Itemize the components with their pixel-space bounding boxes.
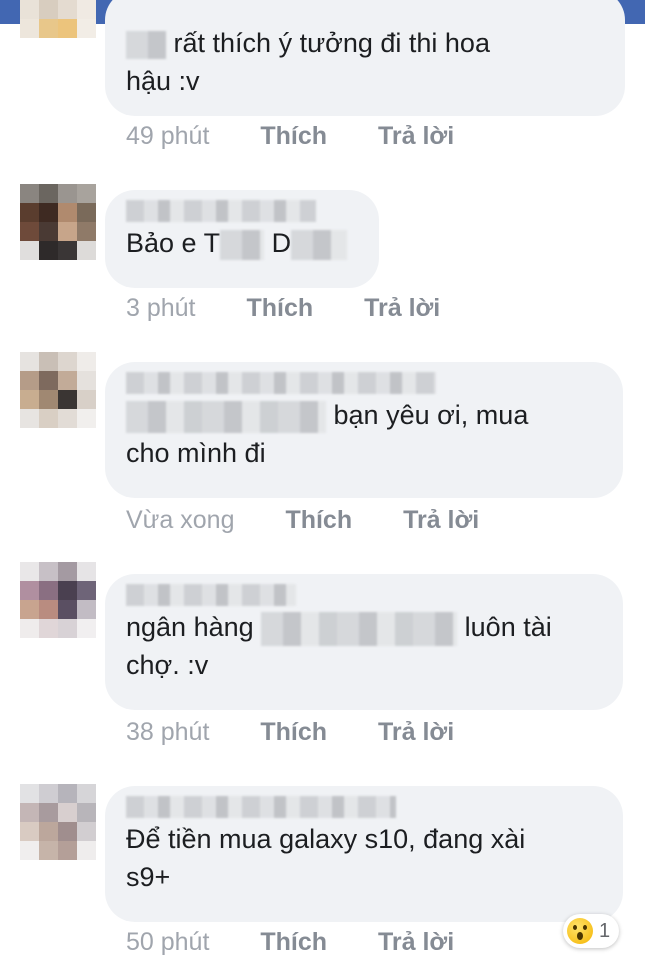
redacted-text xyxy=(261,611,458,646)
comment-bubble: bạn yêu ơi, mua cho mình đi xyxy=(105,362,623,498)
reply-button[interactable]: Trả lời xyxy=(403,506,479,534)
comment-bubble: Để tiền mua galaxy s10, đang xài s9+ xyxy=(105,786,623,922)
like-button[interactable]: Thích xyxy=(285,506,352,534)
redacted-text xyxy=(220,229,265,260)
comment-line2: chợ. :v xyxy=(126,650,209,680)
redacted-text xyxy=(126,400,326,433)
reaction-summary[interactable]: 1 xyxy=(563,914,619,948)
comment-line2: hậu :v xyxy=(126,66,200,96)
comment-text: Bảo e T D xyxy=(126,224,359,262)
comment-line1: rất thích ý tưởng đi thi hoa xyxy=(173,28,490,58)
wow-reaction-icon xyxy=(567,918,593,944)
comment-bubble: Bảo e T D xyxy=(105,190,379,288)
comment-line1: Để tiền mua galaxy s10, đang xài xyxy=(126,824,526,854)
like-button[interactable]: Thích xyxy=(260,122,327,150)
comment-line1-start: ngân hàng xyxy=(126,612,254,642)
author-name-redacted[interactable] xyxy=(126,796,396,818)
reaction-count: 1 xyxy=(599,919,611,942)
reply-button[interactable]: Trả lời xyxy=(364,294,440,322)
comment-bubble: rất thích ý tưởng đi thi hoa hậu :v xyxy=(105,0,625,116)
like-button[interactable]: Thích xyxy=(260,928,327,956)
comment-time[interactable]: 3 phút xyxy=(126,294,196,322)
comment-actions: 3 phút Thích Trả lời xyxy=(126,294,440,323)
comment-time[interactable]: 49 phút xyxy=(126,122,209,150)
avatar[interactable] xyxy=(20,784,96,860)
comment-actions: Vừa xong Thích Trả lời xyxy=(126,506,479,535)
redacted-text xyxy=(126,30,166,59)
comment-text: Để tiền mua galaxy s10, đang xài s9+ xyxy=(126,820,603,896)
like-button[interactable]: Thích xyxy=(246,294,313,322)
redacted-text xyxy=(291,229,348,260)
reply-button[interactable]: Trả lời xyxy=(378,718,454,746)
avatar[interactable] xyxy=(20,184,96,260)
author-name-redacted[interactable] xyxy=(126,584,296,606)
comment-line2: s9+ xyxy=(126,862,171,892)
comment-text: bạn yêu ơi, mua cho mình đi xyxy=(126,396,603,472)
comment-time[interactable]: Vừa xong xyxy=(126,506,234,534)
comment-time[interactable]: 38 phút xyxy=(126,718,209,746)
reply-button[interactable]: Trả lời xyxy=(378,122,454,150)
comment-line1-end: luôn tài xyxy=(464,612,552,642)
avatar[interactable] xyxy=(20,0,96,38)
comment-text-start: Bảo e T xyxy=(126,228,221,258)
author-name-redacted[interactable] xyxy=(126,200,316,222)
avatar[interactable] xyxy=(20,562,96,638)
comment-actions: 38 phút Thích Trả lời xyxy=(126,718,454,747)
comment-text: rất thích ý tưởng đi thi hoa hậu :v xyxy=(126,24,605,100)
comment-line1: bạn yêu ơi, mua xyxy=(333,400,529,430)
author-name-redacted[interactable] xyxy=(126,372,436,394)
comment-actions: 49 phút Thích Trả lời xyxy=(126,122,454,151)
comment-line2: cho mình đi xyxy=(126,438,266,468)
reply-button[interactable]: Trả lời xyxy=(378,928,454,956)
comment-text: ngân hàng luôn tài chợ. :v xyxy=(126,608,603,684)
comment-text-mid: D xyxy=(271,228,292,258)
comment-actions: 50 phút Thích Trả lời xyxy=(126,928,454,957)
comment-time[interactable]: 50 phút xyxy=(126,928,209,956)
like-button[interactable]: Thích xyxy=(260,718,327,746)
avatar[interactable] xyxy=(20,352,96,428)
comment-bubble: ngân hàng luôn tài chợ. :v xyxy=(105,574,623,710)
